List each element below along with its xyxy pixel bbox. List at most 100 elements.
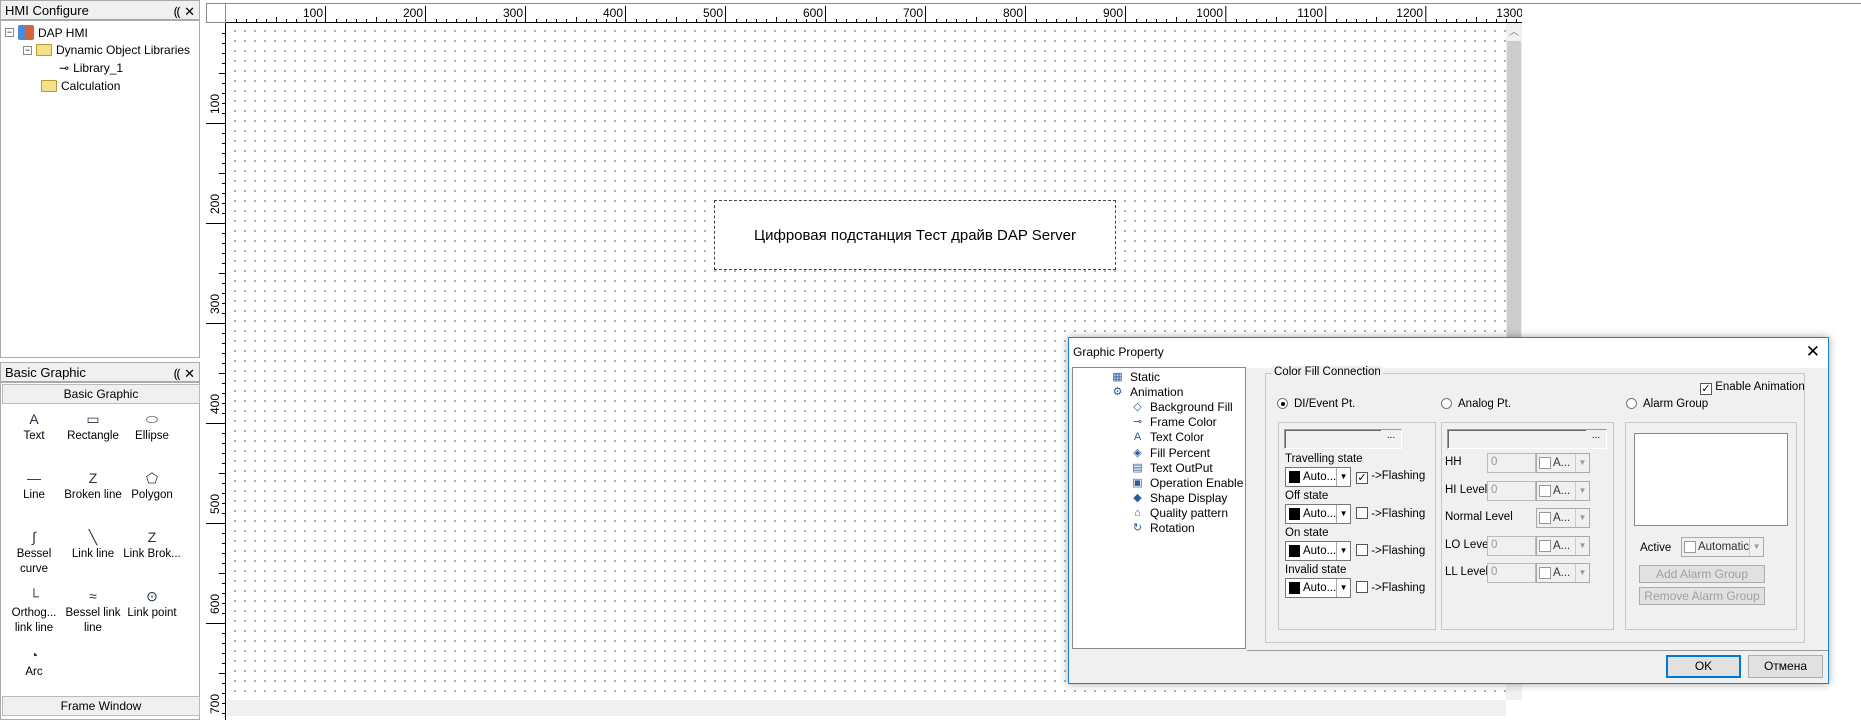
pin-icon[interactable]: ⸨ [174,366,181,381]
tool-text[interactable]: A Text [3,409,65,444]
chevron-down-icon[interactable]: ▼ [1336,579,1350,597]
level-value-input[interactable]: 0 [1487,535,1536,556]
basic-graphic-section-header[interactable]: Basic Graphic [2,384,200,404]
tree-item-library-1[interactable]: ⊸ Library_1 [59,61,123,75]
level-value-input[interactable]: 0 [1487,480,1536,501]
radio-button[interactable] [1277,398,1288,409]
ruler-tick [222,303,225,304]
ruler-tick [796,19,797,22]
collapse-icon[interactable]: − [5,28,14,37]
checkbox[interactable] [1539,539,1551,552]
checkbox[interactable] [1539,567,1551,579]
checkbox[interactable] [1356,544,1368,556]
checkbox[interactable] [1684,541,1696,553]
pin-icon[interactable]: ⸨ [174,4,181,19]
state-color-combo[interactable]: Auto... ▼ [1285,467,1351,487]
tool-ellipse[interactable]: ⬭ Ellipse [121,409,183,444]
di-point-input[interactable]: ... [1284,429,1402,449]
chevron-down-icon[interactable]: ▼ [1336,542,1350,560]
chevron-down-icon[interactable]: ▼ [1575,564,1589,582]
chevron-down-icon[interactable]: ▼ [1336,468,1350,486]
checkbox[interactable] [1539,512,1551,524]
tree-item-text-output[interactable]: ▤ Text OutPut [1130,461,1212,475]
collapse-icon[interactable]: − [23,45,32,55]
state-color-combo[interactable]: Auto... ▼ [1285,541,1351,561]
flashing-checkbox[interactable]: ✓ ->Flashing [1356,470,1425,484]
tool-arc[interactable]: ◔ Arc [3,645,65,680]
browse-button[interactable]: ... [1381,430,1401,448]
level-value-input[interactable]: 0 [1487,563,1536,583]
tree-item-shape-display[interactable]: ◆ Shape Display [1130,491,1227,505]
add-alarm-group-button[interactable]: Add Alarm Group [1639,565,1765,583]
checkbox[interactable] [1356,507,1368,519]
level-color-combo[interactable]: A... ▼ [1536,535,1590,556]
state-color-combo[interactable]: Auto... ▼ [1285,578,1351,598]
level-color-combo[interactable]: A... ▼ [1536,480,1590,501]
checkbox[interactable] [1356,581,1368,593]
tool-polygon[interactable]: ⬠ Polygon [121,468,183,503]
tree-item-fill-percent[interactable]: ◈ Fill Percent [1130,446,1210,460]
cancel-button[interactable]: Отмена [1748,655,1823,678]
checkbox[interactable] [1539,484,1551,497]
checkbox[interactable]: ✓ [1356,472,1368,484]
radio-button[interactable] [1626,398,1637,409]
level-color-combo[interactable]: A... ▼ [1536,453,1590,473]
tree-item-text-color[interactable]: A Text Color [1130,430,1204,444]
tool-rectangle[interactable]: ▭ Rectangle [62,409,124,444]
ruler-tick [1236,19,1237,22]
tree-item-animation[interactable]: ⚙ Animation [1110,385,1184,399]
tree-item-frame-color[interactable]: ⊸ Frame Color [1130,415,1217,429]
chevron-down-icon[interactable]: ▼ [1575,481,1589,500]
alarm-group-list[interactable] [1634,433,1788,526]
analog-point-input[interactable]: ... [1447,429,1607,449]
tree-item-dynamic-object-libraries[interactable]: − Dynamic Object Libraries [23,43,190,57]
flashing-checkbox[interactable]: ->Flashing [1356,544,1425,557]
level-color-combo[interactable]: A... ▼ [1536,563,1590,583]
level-value-input[interactable]: 0 [1487,453,1536,473]
tool-line[interactable]: — Line [3,468,65,503]
tool-orthog-link-line[interactable]: └ Orthog... link line [3,586,65,636]
tool-link-point[interactable]: ⊙ Link point [121,586,183,621]
radio-button[interactable] [1441,398,1452,409]
chevron-down-icon[interactable]: ▼ [1575,536,1589,555]
close-icon[interactable]: ✕ [184,4,195,19]
level-color-combo[interactable]: A... ▼ [1536,508,1590,528]
tool-link-brok-[interactable]: Z Link Brok... [121,527,183,562]
tree-item-background-fill[interactable]: ◇ Background Fill [1130,400,1232,414]
canvas-text-object[interactable]: Цифровая подстанция Тест драйв DAP Serve… [714,200,1116,270]
chevron-down-icon[interactable]: ▼ [1336,505,1350,523]
close-icon[interactable]: ✕ [1806,342,1820,362]
tool-bessel-link-line[interactable]: ≈ Bessel link line [62,586,124,636]
scroll-up-icon[interactable]: ︿ [1509,23,1519,38]
remove-alarm-group-button[interactable]: Remove Alarm Group [1639,587,1765,605]
flashing-checkbox[interactable]: ->Flashing [1356,581,1425,594]
close-icon[interactable]: ✕ [184,366,195,381]
chevron-down-icon[interactable]: ▼ [1575,509,1589,527]
tool-bessel-curve[interactable]: ∫ Bessel curve [3,527,65,577]
ok-button[interactable]: OK [1666,655,1741,678]
radio-alarm-group[interactable]: Alarm Group [1626,398,1708,410]
radio-di-event[interactable]: DI/Event Pt. [1277,398,1355,410]
frame-window-section-header[interactable]: Frame Window [2,696,200,716]
tree-item-dap-hmi[interactable]: − DAP HMI [5,25,88,40]
flashing-checkbox[interactable]: ->Flashing [1356,507,1425,520]
tool-link-line[interactable]: ╲ Link line [62,527,124,562]
enable-animation-checkbox[interactable]: ✓ Enable Animation [1700,381,1805,395]
radio-analog[interactable]: Analog Pt. [1441,398,1511,410]
horizontal-scrollbar[interactable] [227,700,1506,716]
tool-broken-line[interactable]: Z Broken line [62,468,124,503]
tool-label: Link line [71,548,115,560]
state-color-combo[interactable]: Auto... ▼ [1285,504,1351,524]
tree-item-operation-enable[interactable]: ▣ Operation Enable [1130,476,1243,490]
chevron-down-icon[interactable]: ▼ [1575,454,1589,472]
tree-item-static[interactable]: ▦ Static [1110,370,1160,384]
chevron-down-icon[interactable]: ▼ [1749,538,1763,556]
tree-item-rotation[interactable]: ↻ Rotation [1130,521,1195,535]
checkbox[interactable]: ✓ [1700,383,1712,395]
tree-item-quality-pattern[interactable]: ⌂ Quality pattern [1130,506,1228,520]
tool-label: Arc [25,666,43,678]
tree-item-calculation[interactable]: Calculation [41,79,120,93]
active-combo[interactable]: Automatic ▼ [1681,537,1764,557]
checkbox[interactable] [1539,457,1551,469]
browse-button[interactable]: ... [1586,430,1606,448]
